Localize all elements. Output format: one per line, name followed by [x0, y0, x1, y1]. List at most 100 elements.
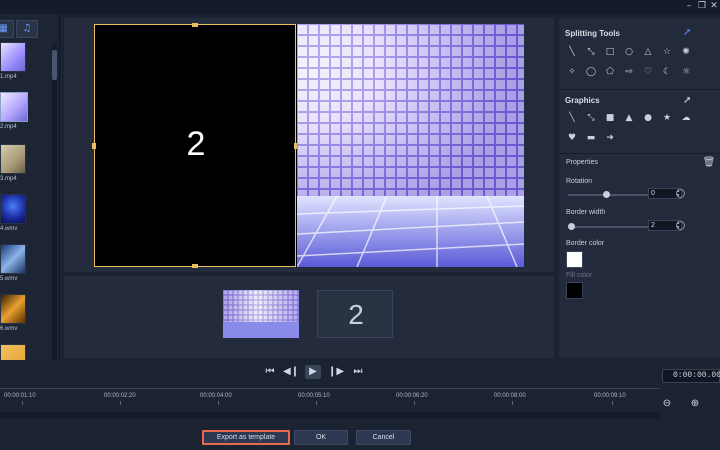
split-cell-number: 2	[186, 125, 206, 163]
media-label-5: 5.wmv	[0, 276, 18, 282]
sparkle-tool-icon[interactable]: ✧	[565, 65, 579, 79]
select-pointer-icon[interactable]: ➚	[683, 27, 691, 38]
graphic-square-icon[interactable]: ■	[603, 111, 617, 125]
rotation-slider-track[interactable]	[568, 194, 660, 196]
media-toolbar: ▦ ♫	[0, 20, 59, 40]
media-thumb-7[interactable]	[0, 344, 26, 360]
graphic-circle-icon[interactable]: ●	[641, 111, 655, 125]
ruler-tick	[218, 401, 219, 405]
media-label-1: 1.mp4	[0, 74, 17, 80]
resize-handle-bottom[interactable]	[192, 264, 198, 268]
template-video-thumb[interactable]	[223, 290, 299, 338]
rotation-reset-button[interactable]	[676, 189, 685, 198]
ruler-label: 00:00:04:00	[200, 393, 232, 399]
media-thumb-5[interactable]	[0, 244, 26, 274]
graphic-cloud-icon[interactable]: ☁	[679, 111, 693, 125]
ruler-label: 00:00:01:10	[4, 393, 36, 399]
ruler-tick	[512, 401, 513, 405]
media-thumb-2[interactable]	[0, 92, 28, 122]
border-width-slider-knob[interactable]	[568, 223, 575, 230]
border-width-slider-track[interactable]	[568, 226, 660, 228]
media-label-2: 2.mp4	[0, 124, 17, 130]
previous-frame-button[interactable]: ◀❙	[283, 365, 299, 379]
arrow-tool-icon[interactable]: ⇨	[622, 65, 636, 79]
split-screen-editor-window: – ❐ ✕ ▦ ♫ 1.mp4 2.mp4 3.mp4 4.wmv 5.wmv …	[0, 0, 720, 450]
split-cell-video[interactable]	[297, 24, 524, 267]
graphic-line-icon[interactable]: ╲	[565, 111, 579, 125]
media-scrollbar-track[interactable]	[52, 44, 57, 360]
border-color-swatch[interactable]	[566, 251, 583, 268]
media-thumb-1[interactable]	[0, 42, 26, 72]
close-button[interactable]: ✕	[709, 1, 719, 11]
media-thumb-4[interactable]	[0, 194, 26, 224]
play-button[interactable]: ▶	[305, 365, 321, 379]
media-library-panel: ▦ ♫ 1.mp4 2.mp4 3.mp4 4.wmv 5.wmv 6.wmv	[0, 14, 60, 360]
graphic-speech-bubble-icon[interactable]: ▬	[584, 131, 598, 145]
ruler-label: 00:00:02:20	[104, 393, 136, 399]
next-frame-button[interactable]: ❙▶	[328, 365, 344, 379]
cancel-button[interactable]: Cancel	[356, 430, 411, 445]
ruler-tick	[414, 401, 415, 405]
graphic-heart-icon[interactable]: ♥	[565, 131, 579, 145]
zoom-in-icon[interactable]: ⊕	[688, 398, 702, 412]
ruler-tick	[316, 401, 317, 405]
rectangle-tool-icon[interactable]: □	[603, 45, 617, 59]
media-label-6: 6.wmv	[0, 326, 18, 332]
graphic-arrow-icon[interactable]: ➜	[603, 131, 617, 145]
circle-tool-icon[interactable]: ◯	[584, 65, 598, 79]
border-color-label: Border color	[566, 240, 605, 247]
zoom-out-icon[interactable]: ⊖	[660, 398, 674, 412]
preview-canvas: 2	[92, 23, 524, 268]
timeline-scrollbar[interactable]	[0, 412, 660, 418]
media-thumb-3[interactable]	[0, 144, 26, 174]
title-bar: – ❐ ✕	[0, 0, 720, 14]
export-as-template-button[interactable]: Export as template	[202, 430, 290, 445]
line-tool-icon[interactable]: ╲	[565, 45, 579, 59]
graphic-star-icon[interactable]: ★	[660, 111, 674, 125]
template-disco-image	[223, 290, 299, 338]
media-thumb-6[interactable]	[0, 294, 26, 324]
graphic-triangle-icon[interactable]: ▲	[622, 111, 636, 125]
restore-button[interactable]: ❐	[697, 1, 707, 11]
minimize-button[interactable]: –	[684, 1, 694, 11]
tools-panel: Splitting Tools ➚ ╲ ⤡ □ ○ △ ☆ ✺ ✧ ◯ ⬠ ⇨ …	[559, 18, 720, 358]
split-cell-selected[interactable]: 2	[94, 24, 296, 267]
graphics-pointer-icon[interactable]: ➚	[683, 95, 691, 106]
go-to-start-button[interactable]: ⏮	[262, 365, 278, 379]
ok-button[interactable]: OK	[294, 430, 348, 445]
star-tool-icon[interactable]: ☆	[660, 45, 674, 59]
music-icon[interactable]: ♫	[16, 20, 38, 38]
ruler-label: 00:00:06:20	[396, 393, 428, 399]
media-view-icon[interactable]: ▦	[0, 20, 14, 38]
rotation-label: Rotation	[566, 178, 593, 185]
sun-tool-icon[interactable]: ☼	[679, 65, 693, 79]
trash-icon[interactable]: 🗑	[702, 156, 716, 170]
polyline-tool-icon[interactable]: ⤡	[584, 45, 598, 59]
splitting-tools-section: Splitting Tools ➚ ╲ ⤡ □ ○ △ ☆ ✺ ✧ ◯ ⬠ ⇨ …	[559, 18, 720, 90]
media-label-3: 3.mp4	[0, 176, 17, 182]
template-thumbnails-panel: 2	[64, 276, 554, 358]
heart-tool-icon[interactable]: ♡	[641, 65, 655, 79]
timeline-ruler[interactable]: 00:00:01:10 00:00:02:20 00:00:04:00 00:0…	[0, 388, 660, 410]
template-number-label: 2	[348, 299, 364, 330]
media-scrollbar-thumb[interactable]	[52, 50, 57, 80]
template-number-cell[interactable]: 2	[317, 290, 393, 338]
media-label-4: 4.wmv	[0, 226, 18, 232]
graphic-polyline-icon[interactable]: ⤡	[584, 111, 598, 125]
timecode-display[interactable]: 0:00:00.000	[662, 369, 720, 383]
triangle-tool-icon[interactable]: △	[641, 45, 655, 59]
rotation-slider-knob[interactable]	[603, 191, 610, 198]
pentagon-tool-icon[interactable]: ⬠	[603, 65, 617, 79]
resize-handle-top[interactable]	[192, 23, 198, 27]
burst-tool-icon[interactable]: ✺	[679, 45, 693, 59]
border-width-label: Border width	[566, 209, 606, 216]
graphics-title: Graphics	[565, 96, 600, 105]
ruler-tick	[22, 401, 23, 405]
resize-handle-left[interactable]	[92, 143, 96, 149]
go-to-end-button[interactable]: ⏭	[350, 365, 366, 379]
border-width-reset-button[interactable]	[676, 221, 685, 230]
ellipse-tool-icon[interactable]: ○	[622, 45, 636, 59]
moon-tool-icon[interactable]: ☾	[660, 65, 674, 79]
fill-color-swatch[interactable]	[566, 282, 583, 299]
ruler-label: 00:00:08:00	[494, 393, 526, 399]
